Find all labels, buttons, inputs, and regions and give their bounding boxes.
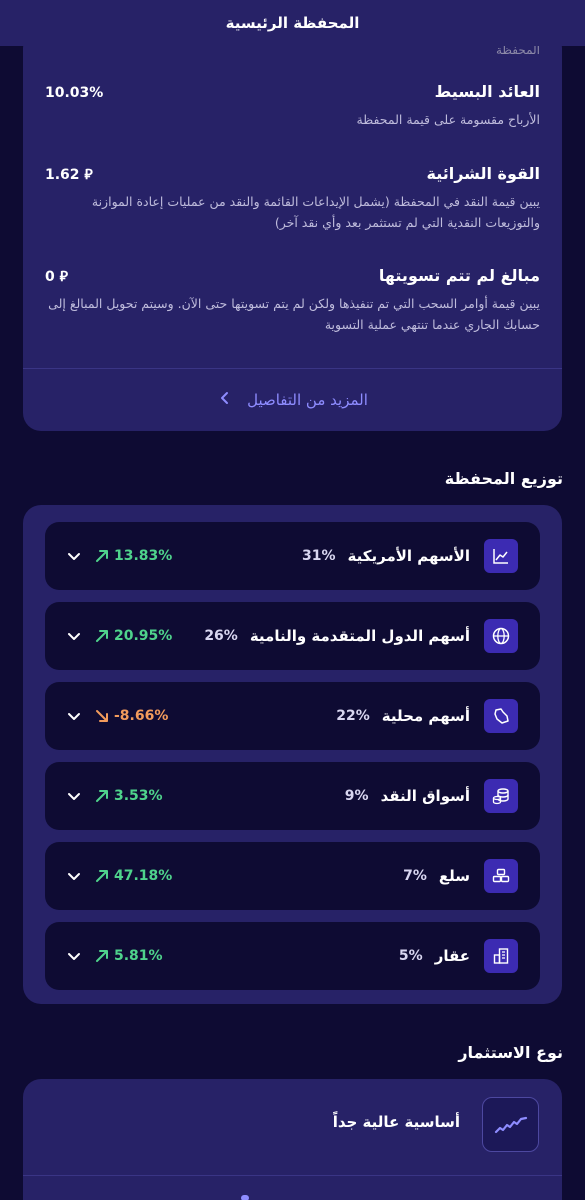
portfolio-details-card: المحفظة العائد البسيط 10.03% الأرباح مقس… bbox=[23, 30, 562, 431]
metric-value: 1.62 ⃁ bbox=[45, 167, 93, 183]
allocation-name: سلع bbox=[438, 867, 470, 885]
saudi-map-icon bbox=[484, 699, 518, 733]
allocation-section-title: توزيع المحفظة bbox=[444, 469, 563, 488]
allocation-name: أسواق النقد bbox=[380, 787, 470, 805]
page-title: المحفظة الرئيسية bbox=[225, 14, 360, 32]
allocation-percent: 22% bbox=[336, 708, 370, 724]
allocation-percent: 7% bbox=[403, 868, 427, 884]
allocation-row-money-markets[interactable]: أسواق النقد 9% 3.53% bbox=[45, 762, 540, 830]
performance: 3.53% bbox=[93, 787, 163, 805]
metric-description: يبين قيمة النقد في المحفظة (يشمل الإيداع… bbox=[91, 194, 540, 230]
allocation-row-global-equities[interactable]: أسهم الدول المتقدمة والنامية 26% 20.95% bbox=[45, 602, 540, 670]
globe-icon bbox=[484, 619, 518, 653]
performance: 5.81% bbox=[93, 947, 163, 965]
allocation-row-local-equities[interactable]: أسهم محلية 22% -8.66% bbox=[45, 682, 540, 750]
chevron-down-icon[interactable] bbox=[65, 627, 83, 645]
allocation-percent: 26% bbox=[204, 628, 238, 644]
gold-bars-icon bbox=[484, 859, 518, 893]
metric-title: مبالغ لم تتم تسويتها bbox=[378, 266, 540, 285]
chevron-down-icon[interactable] bbox=[65, 707, 83, 725]
performance: 47.18% bbox=[93, 867, 172, 885]
allocation-name: عقار bbox=[434, 947, 470, 965]
metric-title: العائد البسيط bbox=[434, 82, 540, 101]
allocation-row-commodities[interactable]: سلع 7% 47.18% bbox=[45, 842, 540, 910]
performance-value: 47.18% bbox=[114, 868, 173, 884]
allocation-card: الأسهم الأمريكية 31% 13.83% أسهم الدول ا… bbox=[23, 505, 562, 1004]
trend-up-icon bbox=[93, 787, 111, 805]
trend-down-icon bbox=[93, 707, 111, 725]
metric-value: 10.03% bbox=[45, 85, 104, 101]
metric-title: القوة الشرائية bbox=[426, 164, 540, 183]
more-details-link[interactable]: المزيد من التفاصيل bbox=[23, 368, 562, 431]
trend-up-icon bbox=[93, 947, 111, 965]
trend-up-icon bbox=[93, 627, 111, 645]
investment-type-card[interactable]: أساسية عالية جداً bbox=[23, 1079, 562, 1200]
performance: 13.83% bbox=[93, 547, 172, 565]
chevron-down-icon[interactable] bbox=[65, 947, 83, 965]
trend-up-icon bbox=[93, 867, 111, 885]
line-chart-icon bbox=[484, 539, 518, 573]
performance-value: 5.81% bbox=[114, 948, 163, 964]
metric-value: 0 ⃁ bbox=[45, 269, 68, 285]
allocation-percent: 31% bbox=[302, 548, 336, 564]
chevron-down-icon[interactable] bbox=[65, 787, 83, 805]
metric-description: الأرباح مقسومة على قيمة المحفظة bbox=[356, 112, 540, 127]
building-icon bbox=[484, 939, 518, 973]
performance-value: 20.95% bbox=[114, 628, 173, 644]
trend-up-icon bbox=[93, 547, 111, 565]
simple-return-metric: العائد البسيط 10.03% الأرباح مقسومة على … bbox=[45, 82, 540, 130]
unsettled-amounts-metric: مبالغ لم تتم تسويتها 0 ⃁ يبين قيمة أوامر… bbox=[45, 266, 540, 335]
investment-type-title: نوع الاستثمار bbox=[458, 1043, 563, 1062]
app-header: المحفظة الرئيسية bbox=[0, 0, 585, 46]
performance: 20.95% bbox=[93, 627, 172, 645]
allocation-name: أسهم محلية bbox=[381, 707, 470, 725]
accent-dot bbox=[241, 1195, 249, 1200]
chevron-down-icon[interactable] bbox=[65, 547, 83, 565]
investment-type-label: أساسية عالية جداً bbox=[332, 1113, 460, 1131]
allocation-name: أسهم الدول المتقدمة والنامية bbox=[249, 627, 470, 645]
metric-description: يبين قيمة أوامر السحب التي تم تنفيذها ول… bbox=[48, 296, 540, 332]
performance: -8.66% bbox=[93, 707, 168, 725]
more-details-label: المزيد من التفاصيل bbox=[247, 390, 368, 409]
performance-value: 3.53% bbox=[114, 788, 163, 804]
divider bbox=[23, 1175, 562, 1176]
coins-icon bbox=[484, 779, 518, 813]
allocation-row-real-estate[interactable]: عقار 5% 5.81% bbox=[45, 922, 540, 990]
performance-value: 13.83% bbox=[114, 548, 173, 564]
purchasing-power-metric: القوة الشرائية 1.62 ⃁ يبين قيمة النقد في… bbox=[45, 164, 540, 233]
chevron-down-icon[interactable] bbox=[65, 867, 83, 885]
allocation-name: الأسهم الأمريكية bbox=[347, 547, 470, 565]
allocation-percent: 9% bbox=[344, 788, 369, 804]
allocation-row-us-equities[interactable]: الأسهم الأمريكية 31% 13.83% bbox=[45, 522, 540, 590]
allocation-percent: 5% bbox=[398, 948, 423, 964]
growth-line-icon bbox=[482, 1097, 539, 1152]
performance-value: -8.66% bbox=[114, 708, 169, 724]
chevron-left-icon bbox=[217, 390, 233, 410]
